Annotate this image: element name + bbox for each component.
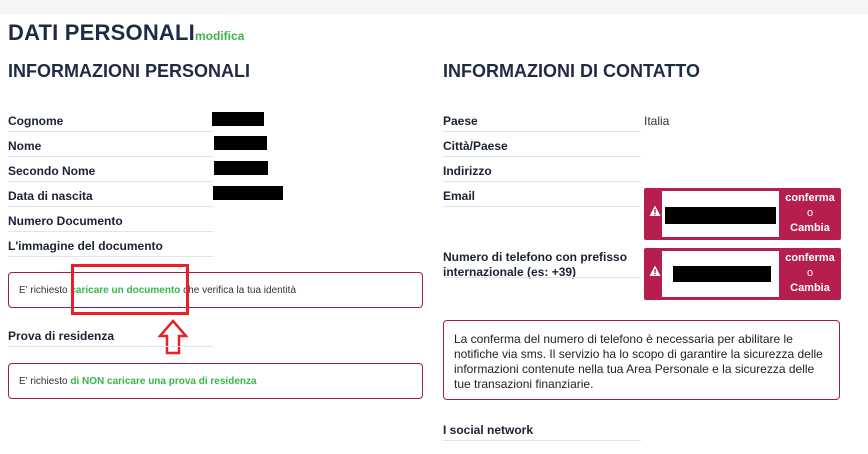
residence-proof-row: Prova di residenza [8,328,213,347]
top-strip [0,0,868,14]
phone-info-text: La conferma del numero di telefono è nec… [454,332,823,391]
country-value: Italia [644,114,670,128]
email-confirm-change-button[interactable]: conferma o Cambia [779,191,841,237]
country-label: Paese [443,114,478,128]
notice-prefix: E' richiesto [19,285,71,296]
warning-icon [649,265,661,276]
residence-notice: E' richiesto di NON caricare una prova d… [8,363,423,399]
email-redacted-value [665,207,776,224]
document-image-label: L'immagine del documento [8,239,163,253]
notice-suffix: che verifica la tua identità [180,285,297,296]
birth-date-row: Data di nascita [8,188,213,207]
city-label: Città/Paese [443,139,508,153]
middle-name-redacted-value [214,161,268,175]
social-label: I social network [443,423,534,437]
name-row: Nome [8,138,213,157]
residence-proof-label: Prova di residenza [8,329,115,343]
highlight-box [71,264,189,315]
middle-name-label: Secondo Nome [8,164,96,178]
phone-label: Numero di telefono con prefisso internaz… [443,250,628,279]
country-row: Paese [443,113,641,132]
contact-info-heading: INFORMAZIONI DI CONTATTO [443,61,700,81]
change-label: Cambia [790,282,830,294]
city-row: Città/Paese [443,138,641,157]
residence-proof-link[interactable]: di NON caricare una prova di residenza [70,376,256,387]
phone-row-divider [443,277,641,278]
email-value-field [662,191,779,237]
middle-name-row: Secondo Nome [8,163,213,182]
address-row: Indirizzo [443,163,641,182]
warning-icon [649,205,661,216]
email-label: Email [443,189,476,203]
document-number-label: Numero Documento [8,214,123,228]
phone-redacted-value [673,266,771,282]
email-row: Email [443,188,641,207]
edit-link[interactable]: modifica [195,29,244,43]
page-title: DATI PERSONALI [8,20,195,45]
or-label: o [806,207,814,219]
email-verify-box: conferma o Cambia [644,188,841,240]
phone-value-field [662,251,779,297]
document-image-row: L'immagine del documento [8,238,213,257]
surname-redacted-value [212,112,264,126]
address-label: Indirizzo [443,164,492,178]
residence-notice-text: E' richiesto di NON caricare una prova d… [19,376,257,387]
social-row: I social network [443,422,641,441]
confirm-label: conferma [785,252,835,264]
personal-info-heading: INFORMAZIONI PERSONALI [8,61,250,81]
surname-label: Cognome [8,114,64,128]
phone-info-box: La conferma del numero di telefono è nec… [443,320,840,400]
phone-verify-box: conferma o Cambia [644,248,841,300]
residence-notice-prefix: E' richiesto [19,376,71,387]
name-label: Nome [8,139,42,153]
name-redacted-value [214,136,267,150]
or-label: o [806,267,814,279]
change-label: Cambia [790,222,830,234]
confirm-label: conferma [785,192,835,204]
birth-date-label: Data di nascita [8,189,93,203]
birth-date-redacted-value [213,186,283,200]
surname-row: Cognome [8,113,213,132]
document-number-row: Numero Documento [8,213,213,232]
phone-confirm-change-button[interactable]: conferma o Cambia [779,251,841,297]
